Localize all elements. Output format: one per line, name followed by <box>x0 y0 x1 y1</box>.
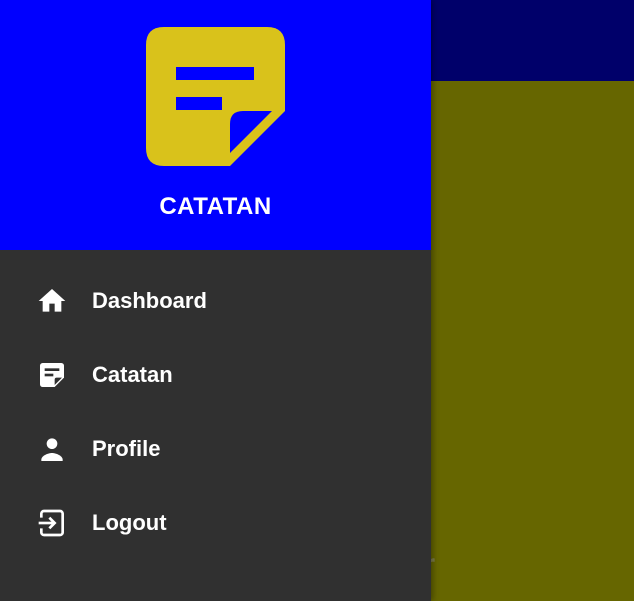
note-icon <box>146 27 285 166</box>
menu-item-label: Dashboard <box>92 288 207 313</box>
menu-item-profile[interactable]: Profile <box>0 412 431 486</box>
menu-item-label: Catatan <box>92 362 173 387</box>
menu-item-catatan[interactable]: Catatan <box>0 338 431 412</box>
home-icon <box>36 285 68 317</box>
menu-item-logout[interactable]: Logout <box>0 486 431 560</box>
menu-item-label: Logout <box>92 510 167 535</box>
note-icon <box>36 359 68 391</box>
menu-item-dashboard[interactable]: Dashboard <box>0 264 431 338</box>
drawer-header: CATATAN <box>0 0 431 250</box>
drawer-menu: Dashboard Catatan Profile Logout <box>0 264 431 560</box>
app-logo <box>146 27 285 166</box>
app-screen: or CATATAN Dashboard <box>0 0 634 601</box>
logout-icon <box>36 507 68 539</box>
app-title: CATATAN <box>159 193 272 220</box>
navigation-drawer: CATATAN Dashboard Catatan Profile Logout <box>0 0 431 601</box>
menu-item-label: Profile <box>92 436 161 461</box>
person-icon <box>36 433 68 465</box>
